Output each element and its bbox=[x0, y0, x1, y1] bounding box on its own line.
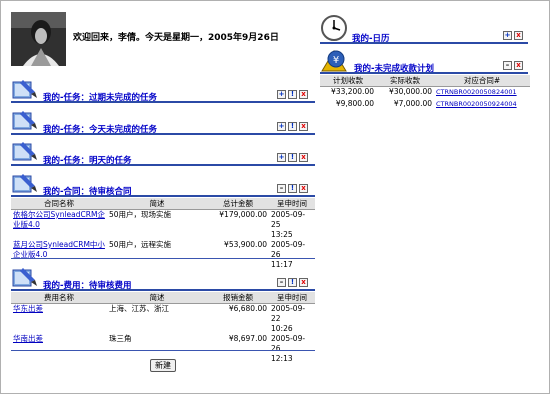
expense-link[interactable]: 华东出差 bbox=[13, 304, 43, 313]
welcome-text: 欢迎回来，李倩。今天是星期一，2005年9月26日 bbox=[73, 33, 279, 43]
close-button[interactable]: x bbox=[299, 153, 308, 162]
expense-desc: 上海、江苏、浙江 bbox=[109, 304, 169, 313]
info-button[interactable]: ! bbox=[288, 90, 297, 99]
divider bbox=[11, 289, 315, 291]
add-button[interactable]: + bbox=[277, 90, 286, 99]
add-button[interactable]: + bbox=[503, 31, 512, 40]
contract-time: 2005-09-26 11:17 bbox=[271, 240, 306, 269]
contract-amount: ¥53,900.00 bbox=[224, 240, 267, 249]
divider bbox=[11, 350, 315, 351]
column-header: 呈申时间 bbox=[269, 292, 315, 304]
close-button[interactable]: x bbox=[299, 184, 308, 193]
contract-number-link[interactable]: CTRNBR0020050824001 bbox=[436, 88, 517, 96]
close-button[interactable]: x bbox=[514, 31, 523, 40]
planned-amount: ¥33,200.00 bbox=[331, 87, 374, 96]
info-button[interactable]: ! bbox=[288, 184, 297, 193]
minimize-button[interactable]: – bbox=[277, 278, 286, 287]
minimize-button[interactable]: – bbox=[277, 184, 286, 193]
add-button[interactable]: + bbox=[277, 153, 286, 162]
column-header: 实际收款 bbox=[376, 75, 434, 87]
actual-amount: ¥30,000.00 bbox=[389, 87, 432, 96]
column-header: 费用名称 bbox=[11, 292, 107, 304]
divider bbox=[11, 195, 315, 197]
contracts-table: 合同名称 简述 总计金额 呈申时间 依格尔公司SynleadCRM企 业版4.0 … bbox=[11, 198, 315, 270]
new-button[interactable]: 新建 bbox=[150, 359, 176, 372]
table-row: 依格尔公司SynleadCRM企 业版4.0 50用户，现场实施 ¥179,000… bbox=[11, 210, 315, 241]
contract-link[interactable]: 蓝月公司SynleadCRM中小 企业版4.0 bbox=[13, 240, 105, 259]
column-header: 报销金额 bbox=[207, 292, 269, 304]
column-header: 简述 bbox=[107, 198, 207, 210]
divider bbox=[320, 72, 528, 74]
info-button[interactable]: ! bbox=[288, 153, 297, 162]
column-header: 总计金额 bbox=[207, 198, 269, 210]
divider bbox=[11, 133, 315, 135]
close-button[interactable]: x bbox=[299, 90, 308, 99]
contract-desc: 50用户，现场实施 bbox=[109, 210, 172, 219]
contract-link[interactable]: 依格尔公司SynleadCRM企 业版4.0 bbox=[13, 210, 105, 229]
table-row: 蓝月公司SynleadCRM中小 企业版4.0 50用户，远程实施 ¥53,900… bbox=[11, 240, 315, 270]
column-header: 简述 bbox=[107, 292, 207, 304]
table-row: ¥33,200.00 ¥30,000.00 CTRNBR002005082400… bbox=[320, 87, 530, 99]
add-button[interactable]: + bbox=[277, 122, 286, 131]
column-header: 计划收款 bbox=[320, 75, 376, 87]
contract-time: 2005-09-25 13:25 bbox=[271, 210, 306, 239]
task-icon bbox=[11, 140, 39, 166]
task-icon bbox=[11, 109, 39, 135]
expense-time: 2005-09-26 12:13 bbox=[271, 334, 306, 363]
svg-text:¥: ¥ bbox=[333, 55, 339, 66]
contract-number-link[interactable]: CTRNBR0020050924004 bbox=[436, 100, 517, 108]
info-button[interactable]: ! bbox=[288, 278, 297, 287]
close-button[interactable]: x bbox=[514, 61, 523, 70]
avatar bbox=[11, 12, 66, 66]
divider bbox=[320, 42, 528, 44]
receivables-table: 计划收款 实际收款 对应合同# ¥33,200.00 ¥30,000.00 CT… bbox=[320, 75, 530, 111]
close-button[interactable]: x bbox=[299, 122, 308, 131]
divider bbox=[11, 258, 315, 259]
expense-amount: ¥6,680.00 bbox=[228, 304, 267, 313]
contract-desc: 50用户，远程实施 bbox=[109, 240, 172, 249]
actual-amount: ¥7,000.00 bbox=[393, 98, 432, 108]
money-icon: ¥ bbox=[320, 47, 350, 75]
table-row: 华东出差 上海、江苏、浙江 ¥6,680.00 2005-09-22 10:26 bbox=[11, 304, 315, 335]
expense-time: 2005-09-22 10:26 bbox=[271, 304, 306, 333]
expense-amount: ¥8,697.00 bbox=[228, 334, 267, 343]
expenses-table: 费用名称 简述 报销金额 呈申时间 华东出差 上海、江苏、浙江 ¥6,680.0… bbox=[11, 292, 315, 364]
planned-amount: ¥9,800.00 bbox=[335, 98, 374, 108]
divider bbox=[11, 101, 315, 103]
minimize-button[interactable]: – bbox=[503, 61, 512, 70]
table-row: ¥9,800.00 ¥7,000.00 CTRNBR0020050924004 bbox=[320, 99, 530, 111]
close-button[interactable]: x bbox=[299, 278, 308, 287]
expense-link[interactable]: 华南出差 bbox=[13, 334, 43, 343]
column-header: 对应合同# bbox=[434, 75, 530, 87]
info-button[interactable]: ! bbox=[288, 122, 297, 131]
divider bbox=[11, 164, 315, 166]
contract-amount: ¥179,000.00 bbox=[219, 210, 267, 219]
column-header: 呈申时间 bbox=[269, 198, 315, 210]
column-header: 合同名称 bbox=[11, 198, 107, 210]
